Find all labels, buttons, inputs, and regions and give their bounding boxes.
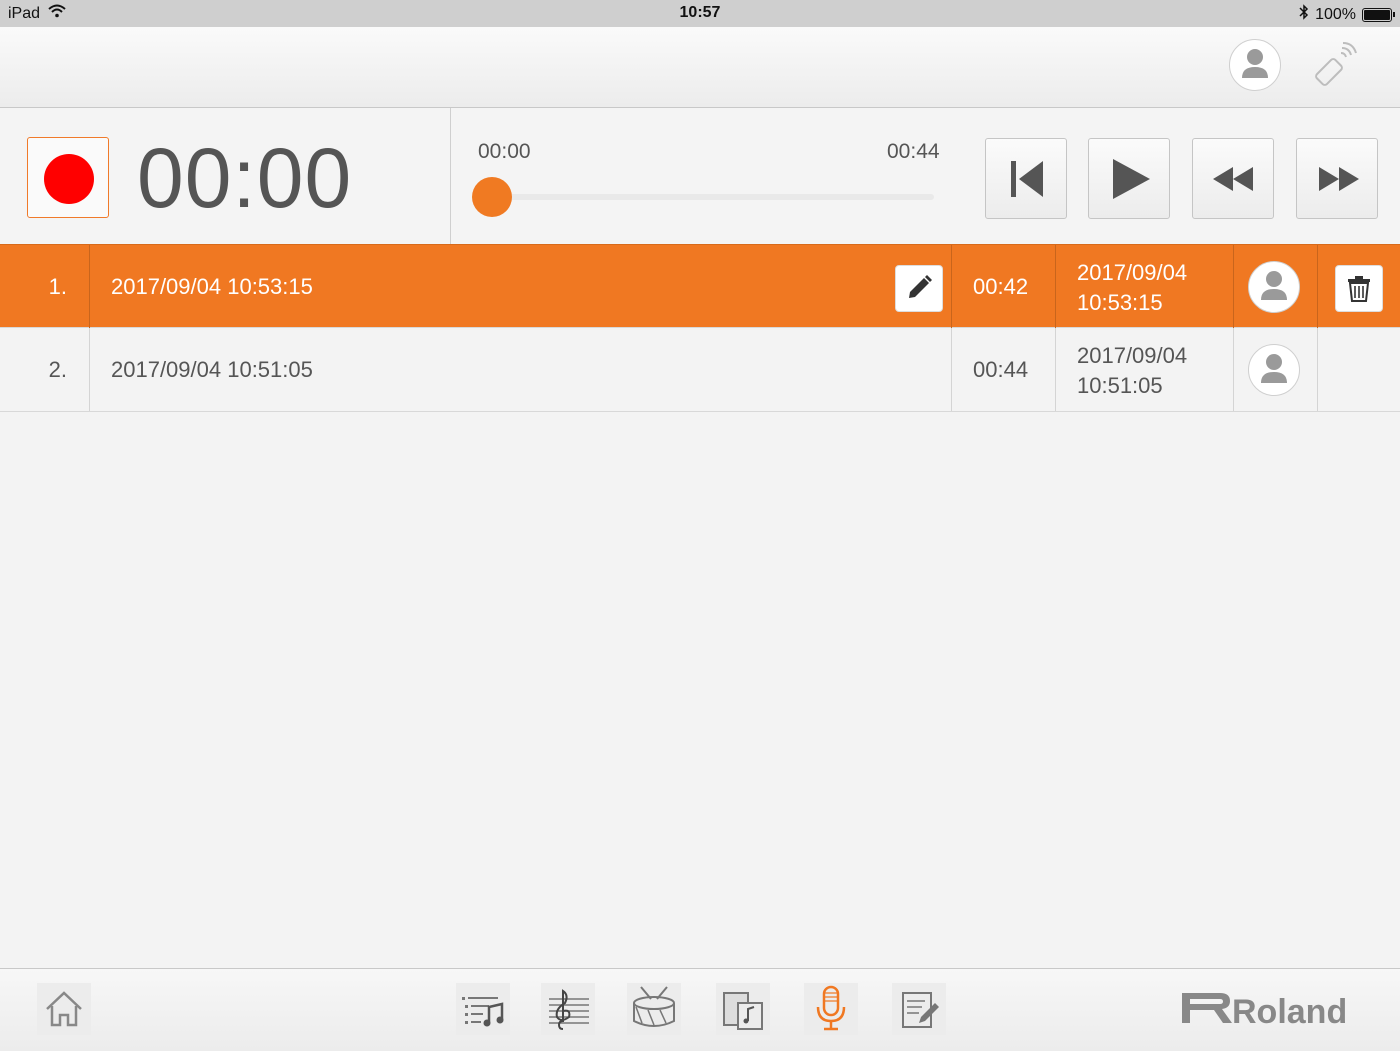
position-start: 00:00 — [478, 140, 531, 163]
edit-name-button[interactable] — [895, 265, 943, 312]
recording-name-text: 2017/09/04 10:53:15 — [111, 274, 313, 299]
recording-delete — [1317, 328, 1400, 411]
remote-button[interactable] — [1308, 39, 1362, 93]
recording-index: 1. — [48, 274, 67, 299]
position-end: 00:44 — [887, 140, 940, 163]
recording-row[interactable]: 1. 2017/09/04 10:53:15 00:42 2017/09/04 … — [0, 244, 1400, 328]
brand-text: Roland — [1232, 993, 1347, 1029]
record-icon — [44, 154, 94, 204]
score-icon — [549, 989, 589, 1030]
status-right: 100% — [1299, 4, 1395, 25]
rewind-button[interactable] — [1192, 138, 1274, 219]
recording-name: 2017/09/04 10:51:05 — [89, 328, 951, 411]
transport-panel: 00:00 00:00 00:44 — [0, 108, 1400, 244]
recording-date-time: 10:51:05 — [1077, 373, 1163, 398]
profile-button[interactable] — [1229, 39, 1281, 91]
recording-date-time: 10:53:15 — [1077, 290, 1163, 315]
owner-avatar[interactable] — [1248, 261, 1300, 313]
rewind-icon — [1213, 167, 1253, 191]
divider — [450, 108, 451, 244]
status-time: 10:57 — [679, 4, 721, 21]
battery-percent: 100% — [1315, 5, 1356, 23]
recording-duration: 00:44 — [951, 328, 1055, 411]
recording-name: 2017/09/04 10:53:15 — [89, 245, 951, 328]
drum-icon — [633, 986, 675, 1027]
recording-date: 2017/09/04 10:51:05 — [1055, 328, 1233, 411]
delete-button[interactable] — [1335, 265, 1383, 312]
fast-forward-button[interactable] — [1296, 138, 1378, 219]
diary-button[interactable] — [892, 983, 946, 1035]
recorder-button[interactable] — [804, 983, 858, 1035]
recording-delete — [1317, 245, 1400, 328]
recording-date-day: 2017/09/04 — [1077, 260, 1188, 285]
record-button[interactable] — [27, 137, 109, 218]
recording-row[interactable]: 2. 2017/09/04 10:51:05 00:44 2017/09/04 … — [0, 328, 1400, 412]
microphone-icon — [816, 985, 846, 1031]
rhythm-button[interactable] — [627, 983, 681, 1035]
song-list-button[interactable] — [456, 983, 510, 1035]
recording-owner — [1233, 328, 1317, 411]
home-button[interactable] — [37, 983, 91, 1035]
roland-logo-icon: Roland — [1182, 993, 1347, 1031]
record-time: 00:00 — [137, 131, 353, 225]
seek-handle[interactable] — [472, 177, 512, 217]
home-icon — [46, 991, 82, 1027]
fast-forward-icon — [1319, 167, 1359, 191]
play-button[interactable] — [1088, 138, 1170, 219]
person-icon — [1261, 271, 1287, 300]
score-button[interactable] — [541, 983, 595, 1035]
recording-owner — [1233, 245, 1317, 328]
recording-date-day: 2017/09/04 — [1077, 343, 1188, 368]
roland-logo: Roland — [1178, 989, 1364, 1034]
flash-card-icon — [723, 992, 763, 1030]
bottom-toolbar: Roland — [0, 968, 1400, 1051]
skip-to-start-button[interactable] — [985, 138, 1067, 219]
song-list-icon — [462, 997, 504, 1027]
skip-to-start-icon — [1011, 161, 1043, 197]
person-icon — [1242, 49, 1268, 78]
flash-card-button[interactable] — [716, 983, 770, 1035]
play-icon — [1113, 159, 1150, 199]
recording-index: 2. — [48, 357, 67, 382]
recording-name-text: 2017/09/04 10:51:05 — [111, 357, 313, 382]
owner-avatar[interactable] — [1248, 344, 1300, 396]
seek-bar[interactable] — [492, 194, 934, 200]
pencil-icon — [909, 275, 932, 298]
recording-duration: 00:42 — [951, 245, 1055, 328]
bluetooth-icon — [1299, 4, 1309, 25]
notepad-icon — [902, 992, 939, 1028]
person-icon — [1261, 354, 1287, 383]
remote-control-icon — [1315, 42, 1357, 86]
header-bar — [0, 27, 1400, 108]
recording-date: 2017/09/04 10:53:15 — [1055, 245, 1233, 328]
trash-icon — [1348, 276, 1370, 302]
status-bar: iPad 10:57 100% — [0, 0, 1400, 27]
battery-icon — [1362, 7, 1395, 22]
